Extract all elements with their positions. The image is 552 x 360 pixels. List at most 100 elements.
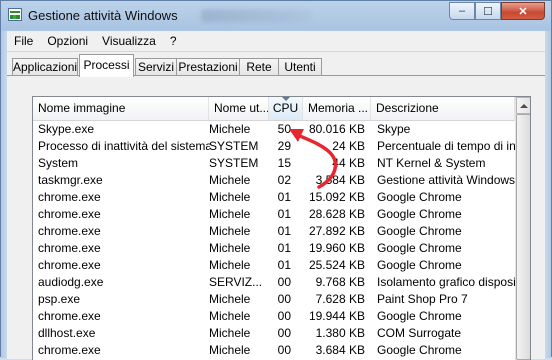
table-row[interactable]: taskmgr.exe Michele 02 3.584 KB Gestione att… bbox=[33, 172, 515, 189]
vertical-scrollbar[interactable] bbox=[515, 97, 530, 360]
task-manager-app-icon bbox=[8, 8, 22, 21]
menu-view[interactable]: Visualizza bbox=[95, 31, 163, 51]
table-row[interactable]: audiodg.exe SERVIZ... 00 9.768 KB Isolamento… bbox=[33, 274, 515, 291]
description-cell: Google Chrome bbox=[377, 207, 462, 221]
table-row[interactable]: chrome.exe Michele 01 25.524 KB Google Chrom… bbox=[33, 257, 515, 274]
memory-cell: 9.768 KB bbox=[315, 275, 365, 289]
user-name-cell: Michele bbox=[209, 292, 251, 306]
cpu-cell: 01 bbox=[277, 258, 291, 272]
memory-cell: 3.584 KB bbox=[315, 173, 365, 187]
caption-buttons: – ☐ ✕ bbox=[449, 2, 545, 21]
user-name-cell: Michele bbox=[209, 122, 251, 136]
user-name-cell: Michele bbox=[209, 190, 251, 204]
memory-cell: 7.628 KB bbox=[315, 292, 365, 306]
image-name-cell: System bbox=[38, 156, 79, 170]
image-name-cell: chrome.exe bbox=[38, 309, 101, 323]
image-name-cell: chrome.exe bbox=[38, 258, 101, 272]
image-name-cell: dllhost.exe bbox=[38, 326, 96, 340]
image-name-cell: psp.exe bbox=[38, 292, 81, 306]
user-name-cell: Michele bbox=[209, 207, 251, 221]
column-user-name[interactable]: Nome ut... bbox=[209, 97, 269, 120]
process-list[interactable]: Nome immagine Nome ut... CPU Memoria ...… bbox=[32, 96, 531, 360]
user-name-cell: Michele bbox=[209, 326, 251, 340]
menu-options[interactable]: Opzioni bbox=[40, 31, 95, 51]
table-row[interactable]: System SYSTEM 15 44 KB NT Kernel & System bbox=[33, 155, 515, 172]
tab-performance[interactable]: Prestazioni bbox=[176, 58, 240, 76]
table-row[interactable]: chrome.exe Michele 00 19.944 KB Google Chrom… bbox=[33, 308, 515, 325]
user-name-cell: Michele bbox=[209, 309, 251, 323]
table-row[interactable]: chrome.exe Michele 01 19.960 KB Google Chrom… bbox=[33, 240, 515, 257]
memory-cell: 3.684 KB bbox=[315, 343, 365, 357]
memory-cell: 25.524 KB bbox=[308, 258, 365, 272]
description-cell: Google Chrome bbox=[377, 224, 462, 238]
scroll-up-button[interactable] bbox=[516, 97, 530, 114]
table-row[interactable]: chrome.exe Michele 01 28.628 KB Google Chrom… bbox=[33, 206, 515, 223]
memory-cell: 19.944 KB bbox=[308, 309, 365, 323]
table-row[interactable]: chrome.exe Michele 01 27.892 KB Google Chrom… bbox=[33, 223, 515, 240]
user-name-cell: Michele bbox=[209, 224, 251, 238]
image-name-cell: audiodg.exe bbox=[38, 275, 104, 289]
tab-strip: Applicazioni Processi Servizi Prestazion… bbox=[7, 52, 545, 77]
user-name-cell: Michele bbox=[209, 173, 251, 187]
table-row[interactable]: psp.exe Michele 00 7.628 KB Paint Shop Pro 7 bbox=[33, 291, 515, 308]
table-row[interactable]: chrome.exe Michele 01 15.092 KB Google Chrom… bbox=[33, 189, 515, 206]
tab-processes[interactable]: Processi bbox=[79, 54, 134, 77]
cpu-cell: 29 bbox=[277, 139, 291, 153]
column-cpu[interactable]: CPU bbox=[269, 97, 303, 120]
column-description[interactable]: Descrizione bbox=[371, 97, 515, 120]
image-name-cell: chrome.exe bbox=[38, 207, 101, 221]
sort-descending-icon bbox=[281, 97, 290, 101]
tab-applications[interactable]: Applicazioni bbox=[12, 58, 78, 76]
cpu-cell: 00 bbox=[277, 292, 291, 306]
tab-network[interactable]: Rete bbox=[239, 58, 279, 76]
window-title: Gestione attività Windows bbox=[28, 8, 178, 23]
cpu-cell: 00 bbox=[277, 326, 291, 340]
memory-cell: 1.380 KB bbox=[315, 326, 365, 340]
table-row[interactable]: Processo di inattività del sistema SYSTEM… bbox=[33, 138, 515, 155]
column-cpu-label: CPU bbox=[272, 101, 299, 115]
description-cell: Google Chrome bbox=[377, 258, 462, 272]
memory-cell: 15.092 KB bbox=[308, 190, 365, 204]
description-cell: Percentuale di tempo di ina bbox=[377, 139, 515, 153]
cpu-cell: 00 bbox=[277, 275, 291, 289]
maximize-button[interactable]: ☐ bbox=[475, 2, 501, 20]
column-image-name[interactable]: Nome immagine bbox=[33, 97, 209, 120]
table-row[interactable]: dllhost.exe Michele 00 1.380 KB COM Surrogat… bbox=[33, 325, 515, 342]
image-name-cell: chrome.exe bbox=[38, 190, 101, 204]
table-row[interactable]: chrome.exe Michele 00 3.684 KB Google Chrome bbox=[33, 342, 515, 359]
list-header: Nome immagine Nome ut... CPU Memoria ...… bbox=[33, 97, 515, 121]
scrollbar-thumb[interactable] bbox=[516, 114, 530, 360]
window-right-border bbox=[545, 31, 551, 358]
minimize-button[interactable]: – bbox=[449, 2, 475, 20]
cpu-cell: 01 bbox=[277, 224, 291, 238]
cpu-cell: 01 bbox=[277, 241, 291, 255]
cpu-cell: 00 bbox=[277, 343, 291, 357]
user-name-cell: SYSTEM bbox=[209, 156, 259, 170]
close-button[interactable]: ✕ bbox=[501, 2, 545, 20]
description-cell: NT Kernel & System bbox=[377, 156, 486, 170]
tab-users[interactable]: Utenti bbox=[278, 58, 322, 76]
cpu-cell: 00 bbox=[277, 309, 291, 323]
description-cell: Google Chrome bbox=[377, 309, 462, 323]
user-name-cell: SYSTEM bbox=[209, 139, 259, 153]
column-memory[interactable]: Memoria ... bbox=[303, 97, 371, 120]
menu-help[interactable]: ? bbox=[163, 31, 184, 51]
table-row[interactable]: Skype.exe Michele 50 80.016 KB Skype bbox=[33, 121, 515, 138]
cpu-cell: 02 bbox=[277, 173, 291, 187]
cpu-cell: 15 bbox=[277, 156, 291, 170]
title-bar[interactable]: Gestione attività Windows – ☐ ✕ bbox=[1, 1, 551, 31]
user-name-cell: Michele bbox=[209, 258, 251, 272]
memory-cell: 24 KB bbox=[332, 139, 365, 153]
menu-file[interactable]: File bbox=[7, 31, 40, 51]
tab-services[interactable]: Servizi bbox=[135, 58, 177, 76]
description-cell: Google Chrome bbox=[377, 190, 462, 204]
description-cell: Google Chrome bbox=[377, 241, 462, 255]
image-name-cell: taskmgr.exe bbox=[38, 173, 103, 187]
process-rows: Skype.exe Michele 50 80.016 KB Skype Processo… bbox=[33, 121, 515, 359]
cpu-cell: 50 bbox=[277, 122, 291, 136]
description-cell: COM Surrogate bbox=[377, 326, 462, 340]
image-name-cell: Processo di inattività del sistema bbox=[38, 139, 210, 153]
image-name-cell: chrome.exe bbox=[38, 343, 101, 357]
description-cell: Gestione attività Windows bbox=[377, 173, 515, 187]
user-name-cell: Michele bbox=[209, 343, 251, 357]
